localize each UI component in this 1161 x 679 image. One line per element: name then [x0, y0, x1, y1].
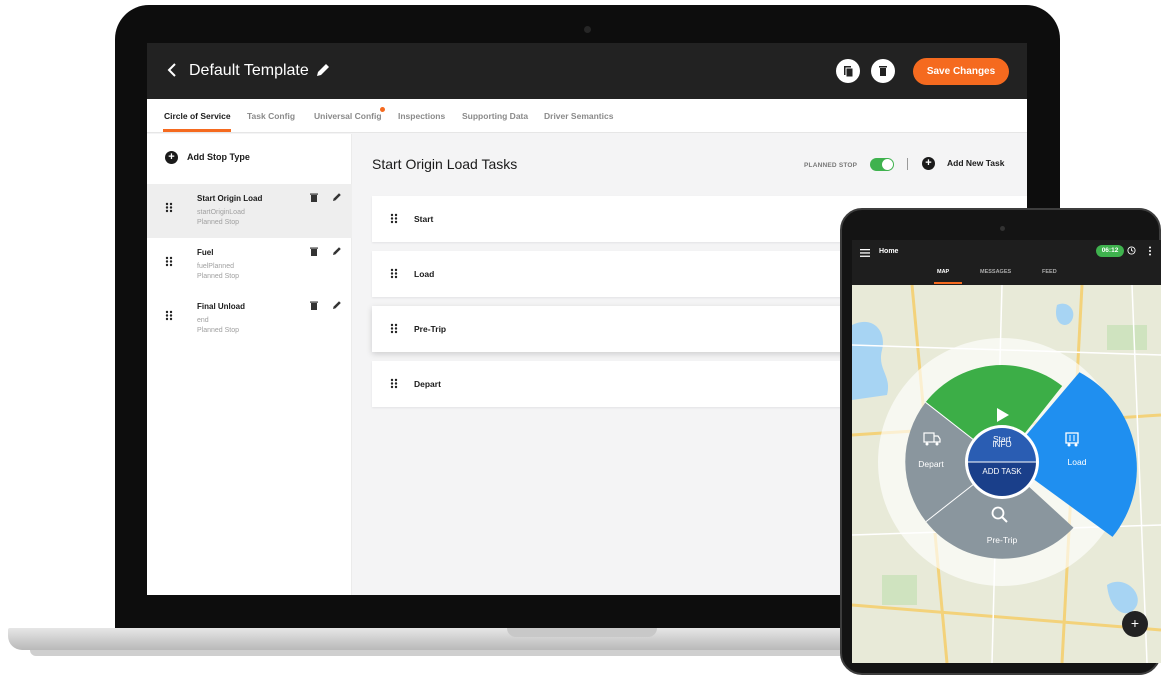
add-stop-type-label: Add Stop Type [187, 151, 250, 162]
mobile-tab-feed[interactable]: FEED [1042, 269, 1057, 275]
mobile-app-screen: Home 06:12 MAP MESSAGES FEED Start Load … [852, 240, 1161, 663]
pencil-icon[interactable] [332, 192, 342, 202]
time-badge: 06:12 [1096, 245, 1124, 257]
trash-icon [879, 66, 887, 76]
task-name: Depart [414, 379, 441, 389]
copy-button[interactable] [836, 59, 860, 83]
tab-supporting-data[interactable]: Supporting Data [462, 111, 528, 121]
info-label: INFO [992, 440, 1011, 449]
tablet-camera [1000, 226, 1005, 231]
delete-template-button[interactable] [871, 59, 895, 83]
add-task-label: ADD TASK [982, 467, 1022, 476]
tab-universal-config[interactable]: Universal Config [314, 111, 382, 121]
add-stop-type-button[interactable]: + Add Stop Type [165, 151, 250, 164]
laptop-camera [584, 26, 591, 33]
drag-handle-icon[interactable] [390, 213, 398, 224]
park-area [882, 575, 917, 605]
toggle-knob [882, 159, 893, 170]
wheel-label-pretrip: Pre-Trip [987, 535, 1018, 545]
tab-circle-of-service[interactable]: Circle of Service [164, 111, 231, 121]
floating-add-button[interactable]: + [1122, 611, 1148, 637]
task-name: Start [414, 214, 434, 224]
stop-type: Planned Stop [197, 219, 240, 226]
mobile-active-tab-indicator [934, 282, 962, 284]
tab-driver-semantics[interactable]: Driver Semantics [544, 111, 613, 121]
copy-icon [844, 66, 854, 78]
stop-id: startOriginLoad [197, 209, 245, 216]
clock-icon [1127, 246, 1136, 255]
panel-title: Start Origin Load Tasks [372, 156, 518, 172]
stop-type: Planned Stop [197, 327, 240, 334]
park-area [1107, 325, 1147, 350]
stop-id: fuelPlanned [197, 263, 234, 270]
drag-handle-icon[interactable] [390, 268, 398, 279]
pencil-icon[interactable] [332, 300, 342, 310]
mobile-page-title: Home [879, 248, 899, 255]
trash-icon[interactable] [310, 301, 318, 310]
divider [907, 158, 908, 170]
chevron-left-icon[interactable] [163, 60, 183, 80]
drag-handle-icon[interactable] [390, 378, 398, 389]
template-title: Default Template [189, 62, 309, 79]
wheel-label-depart: Depart [918, 459, 944, 469]
wheel-label-load: Load [1068, 457, 1087, 467]
task-name: Load [414, 269, 435, 279]
pencil-icon[interactable] [332, 246, 342, 256]
tab-inspections[interactable]: Inspections [398, 111, 445, 121]
drag-handle-icon[interactable] [165, 310, 173, 321]
planned-stop-label: PLANNED STOP [804, 162, 858, 169]
app-header: Default Template Save Changes [147, 43, 1027, 99]
stop-item[interactable]: Fuel fuelPlanned Planned Stop [147, 238, 352, 292]
notification-dot [380, 107, 385, 112]
hamburger-menu-icon[interactable] [860, 249, 870, 257]
stop-name: Fuel [197, 248, 214, 257]
save-changes-button[interactable]: Save Changes [913, 58, 1009, 85]
pencil-icon[interactable] [315, 62, 331, 78]
planned-stop-toggle[interactable] [870, 158, 894, 171]
mobile-tab-map[interactable]: MAP [937, 269, 949, 275]
task-name: Pre-Trip [414, 324, 447, 334]
active-tab-indicator [163, 129, 231, 132]
mobile-top-bar: Home 06:12 MAP MESSAGES FEED [852, 240, 1161, 285]
stop-type-sidebar: + Add Stop Type Start Origin Load startOr… [147, 134, 352, 595]
laptop-notch [507, 628, 657, 637]
more-vertical-icon[interactable] [1148, 246, 1152, 256]
drag-handle-icon[interactable] [390, 323, 398, 334]
trash-icon[interactable] [310, 193, 318, 202]
plus-circle-icon: + [922, 157, 935, 170]
trash-icon[interactable] [310, 247, 318, 256]
add-new-task-button[interactable]: + Add New Task [922, 157, 1004, 170]
stop-name: Start Origin Load [197, 194, 263, 203]
stop-item[interactable]: Final Unload end Planned Stop [147, 292, 352, 346]
plus-circle-icon: + [165, 151, 178, 164]
stop-name: Final Unload [197, 302, 245, 311]
stop-type: Planned Stop [197, 273, 240, 280]
stop-item[interactable]: Start Origin Load startOriginLoad Planne… [147, 184, 352, 238]
tab-task-config[interactable]: Task Config [247, 111, 295, 121]
drag-handle-icon[interactable] [165, 202, 173, 213]
tab-bar: Circle of Service Task Config Universal … [147, 99, 1027, 133]
drag-handle-icon[interactable] [165, 256, 173, 267]
stop-id: end [197, 317, 209, 324]
mobile-tab-messages[interactable]: MESSAGES [980, 269, 1011, 275]
map-view[interactable]: Start Load Pre-Trip Depart INFO ADD TASK [852, 285, 1161, 663]
add-new-task-label: Add New Task [947, 157, 1005, 168]
